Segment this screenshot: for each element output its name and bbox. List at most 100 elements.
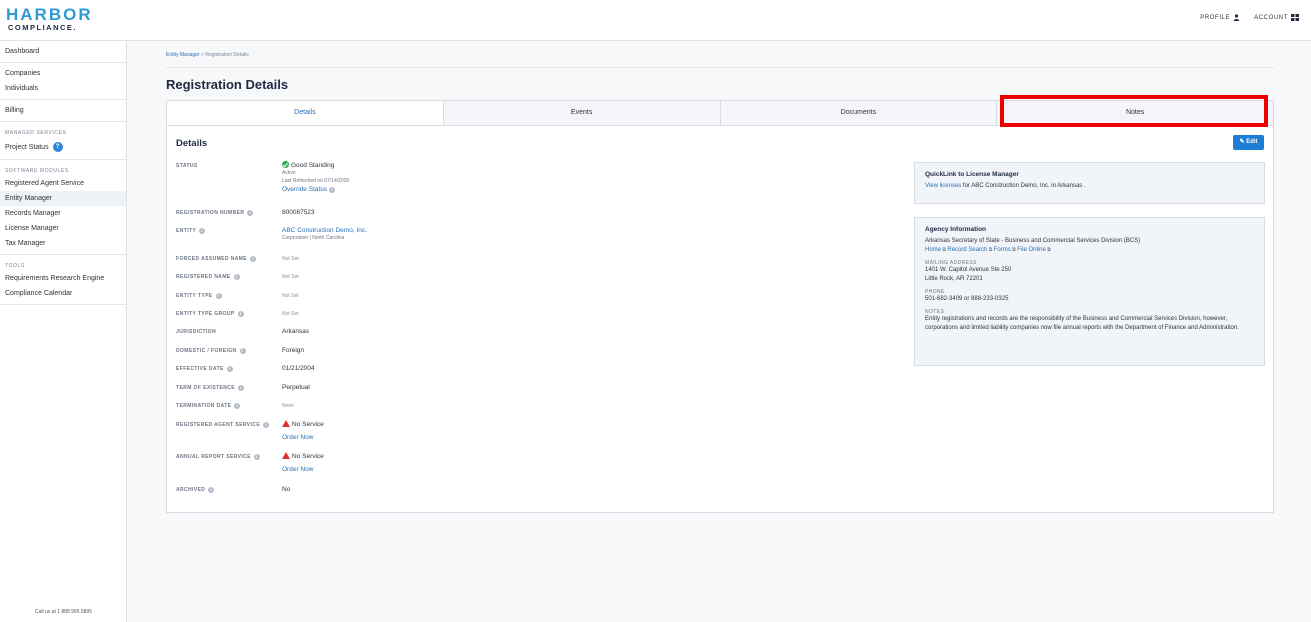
view-licenses-link[interactable]: View licenses <box>925 183 961 189</box>
info-icon: i <box>328 187 335 193</box>
annual-report-service-value: No Service Order Now <box>282 452 324 473</box>
phone-value: 501-682-3409 or 888-233-0325 <box>925 296 1009 302</box>
call-us-text: Call us at 1 888 995 5895 <box>35 609 92 615</box>
registered-agent-service-value: No Service Order Now <box>282 420 324 441</box>
entity-type-label: ENTITY TYPE i <box>176 293 222 299</box>
sidebar-item-compliance-calendar[interactable]: Compliance Calendar <box>0 286 126 301</box>
term-of-existence-value: Perpetual <box>282 384 310 391</box>
agency-links: Home ⧉ Record Search ⧉ Forms ⧉ File Onli… <box>925 246 1254 255</box>
tab-documents[interactable]: Documents <box>719 101 997 125</box>
termination-date-value: None <box>282 403 294 409</box>
page-title: Registration Details <box>166 77 289 92</box>
external-link-icon: ⧉ <box>1045 247 1051 253</box>
check-circle-icon <box>282 161 289 168</box>
agency-home-link[interactable]: Home <box>925 247 941 253</box>
edit-button[interactable]: ✎ Edit <box>1233 135 1264 150</box>
sidebar-item-entity-manager[interactable]: Entity Manager <box>0 191 126 206</box>
help-badge-icon: ? <box>52 142 63 152</box>
info-icon: i <box>234 403 241 409</box>
sidebar-item-individuals[interactable]: Individuals <box>0 81 126 96</box>
sidebar-item-records-manager[interactable]: Records Manager <box>0 206 126 221</box>
quicklink-box: QuickLink to License Manager View licens… <box>914 162 1265 204</box>
registration-number-value: 800087523 <box>282 209 315 216</box>
info-icon: i <box>215 293 222 299</box>
status-text: Good Standing <box>291 162 335 169</box>
sidebar-item-registered-agent-service[interactable]: Registered Agent Service <box>0 176 126 191</box>
info-icon: i <box>208 487 215 493</box>
notes-value: Entity registrations and records are the… <box>925 316 1239 331</box>
breadcrumb-current: Registration Details <box>205 52 249 58</box>
tab-details[interactable]: Details <box>167 101 443 125</box>
term-of-existence-label: TERM OF EXISTENCE i <box>176 385 245 391</box>
breadcrumb-entity-manager-link[interactable]: Entity Manager <box>166 52 200 58</box>
registered-name-value: Not Set <box>282 274 299 280</box>
info-icon: i <box>238 385 245 391</box>
info-icon: i <box>253 454 260 460</box>
order-now-link[interactable]: Order Now <box>282 434 313 441</box>
forced-assumed-name-label: FORCED ASSUMED NAME i <box>176 256 257 262</box>
tools-heading: TOOLS <box>5 263 25 269</box>
entity-type-group-value: Not Set <box>282 311 299 317</box>
managed-services-heading: MANAGED SERVICES <box>5 130 67 136</box>
effective-date-value: 01/21/2004 <box>282 365 315 372</box>
entity-type-group-label: ENTITY TYPE GROUP i <box>176 311 244 317</box>
sidebar-item-companies[interactable]: Companies <box>0 66 126 81</box>
quicklink-title: QuickLink to License Manager <box>925 171 1019 178</box>
info-icon: i <box>199 228 206 234</box>
address-line-1: 1401 W. Capitol Avenue Ste 250 <box>925 267 1012 273</box>
archived-label: ARCHIVED i <box>176 487 215 493</box>
entity-sub: Corporation | North Carolina <box>282 235 345 241</box>
status-active: Active <box>282 170 296 176</box>
info-icon: i <box>233 274 240 280</box>
logo-line-1: HARBOR <box>6 5 93 24</box>
sidebar: Dashboard Companies Individuals Billing … <box>0 41 127 622</box>
archived-value: No <box>282 486 291 493</box>
jurisdiction-label: JURISDICTION <box>176 329 217 335</box>
harbor-compliance-logo[interactable]: HARBOR COMPLIANCE. <box>6 6 93 32</box>
tab-events[interactable]: Events <box>442 101 720 125</box>
sidebar-item-project-status[interactable]: Project Status ? <box>0 138 126 156</box>
software-modules-heading: SOFTWARE MODULES <box>5 168 69 174</box>
status-value: Good Standing Active Last Refreshed on 0… <box>282 161 349 194</box>
profile-menu[interactable]: PROFILE <box>1200 14 1240 21</box>
info-icon: i <box>239 348 246 354</box>
info-icon: i <box>263 422 270 428</box>
edit-label: Edit <box>1246 139 1258 145</box>
forced-assumed-name-value: Not Set <box>282 256 299 262</box>
domestic-foreign-label: DOMESTIC / FOREIGN i <box>176 348 246 354</box>
registration-number-label: REGISTRATION NUMBER i <box>176 210 254 216</box>
sidebar-item-dashboard[interactable]: Dashboard <box>0 44 126 59</box>
agency-file-online-link[interactable]: File Online <box>1017 247 1046 253</box>
domestic-foreign-value: Foreign <box>282 347 305 354</box>
status-label: STATUS <box>176 163 198 169</box>
status-refreshed: Last Refreshed on 07/14/2020 <box>282 177 350 184</box>
agency-name: Arkansas Secretary of State - Business a… <box>925 238 1141 244</box>
info-icon: i <box>226 366 233 372</box>
entity-label: ENTITY i <box>176 228 206 234</box>
override-status-link[interactable]: Override Status <box>282 186 327 193</box>
annual-report-service-label: ANNUAL REPORT SERVICE i <box>176 454 260 460</box>
notes-tab-highlight <box>1000 95 1268 127</box>
entity-link[interactable]: ABC Construction Demo, Inc. <box>282 227 367 234</box>
grid-icon <box>1291 14 1299 21</box>
agency-title: Agency Information <box>925 226 987 233</box>
details-section-title: Details <box>176 138 208 149</box>
sidebar-item-billing[interactable]: Billing <box>0 103 126 118</box>
registered-agent-service-label: REGISTERED AGENT SERVICE i <box>176 422 270 428</box>
account-menu[interactable]: ACCOUNT <box>1254 14 1299 21</box>
agency-record-search-link[interactable]: Record Search <box>947 247 987 253</box>
order-now-link[interactable]: Order Now <box>282 466 313 473</box>
address-line-2: Little Rock, AR 72201 <box>925 276 983 282</box>
sidebar-item-tax-manager[interactable]: Tax Manager <box>0 236 126 251</box>
user-icon <box>1233 14 1240 21</box>
effective-date-label: EFFECTIVE DATE i <box>176 366 233 372</box>
agency-info-box: Agency Information Arkansas Secretary of… <box>914 217 1265 366</box>
project-status-label: Project Status <box>5 143 49 151</box>
agency-forms-link[interactable]: Forms <box>994 247 1011 253</box>
profile-label: PROFILE <box>1200 14 1231 21</box>
sidebar-item-requirements-research-engine[interactable]: Requirements Research Engine <box>0 271 126 286</box>
sidebar-item-license-manager[interactable]: License Manager <box>0 221 126 236</box>
breadcrumb: Entity Manager > Registration Details <box>166 52 249 58</box>
registered-name-label: REGISTERED NAME i <box>176 274 240 280</box>
warning-icon <box>282 420 290 427</box>
